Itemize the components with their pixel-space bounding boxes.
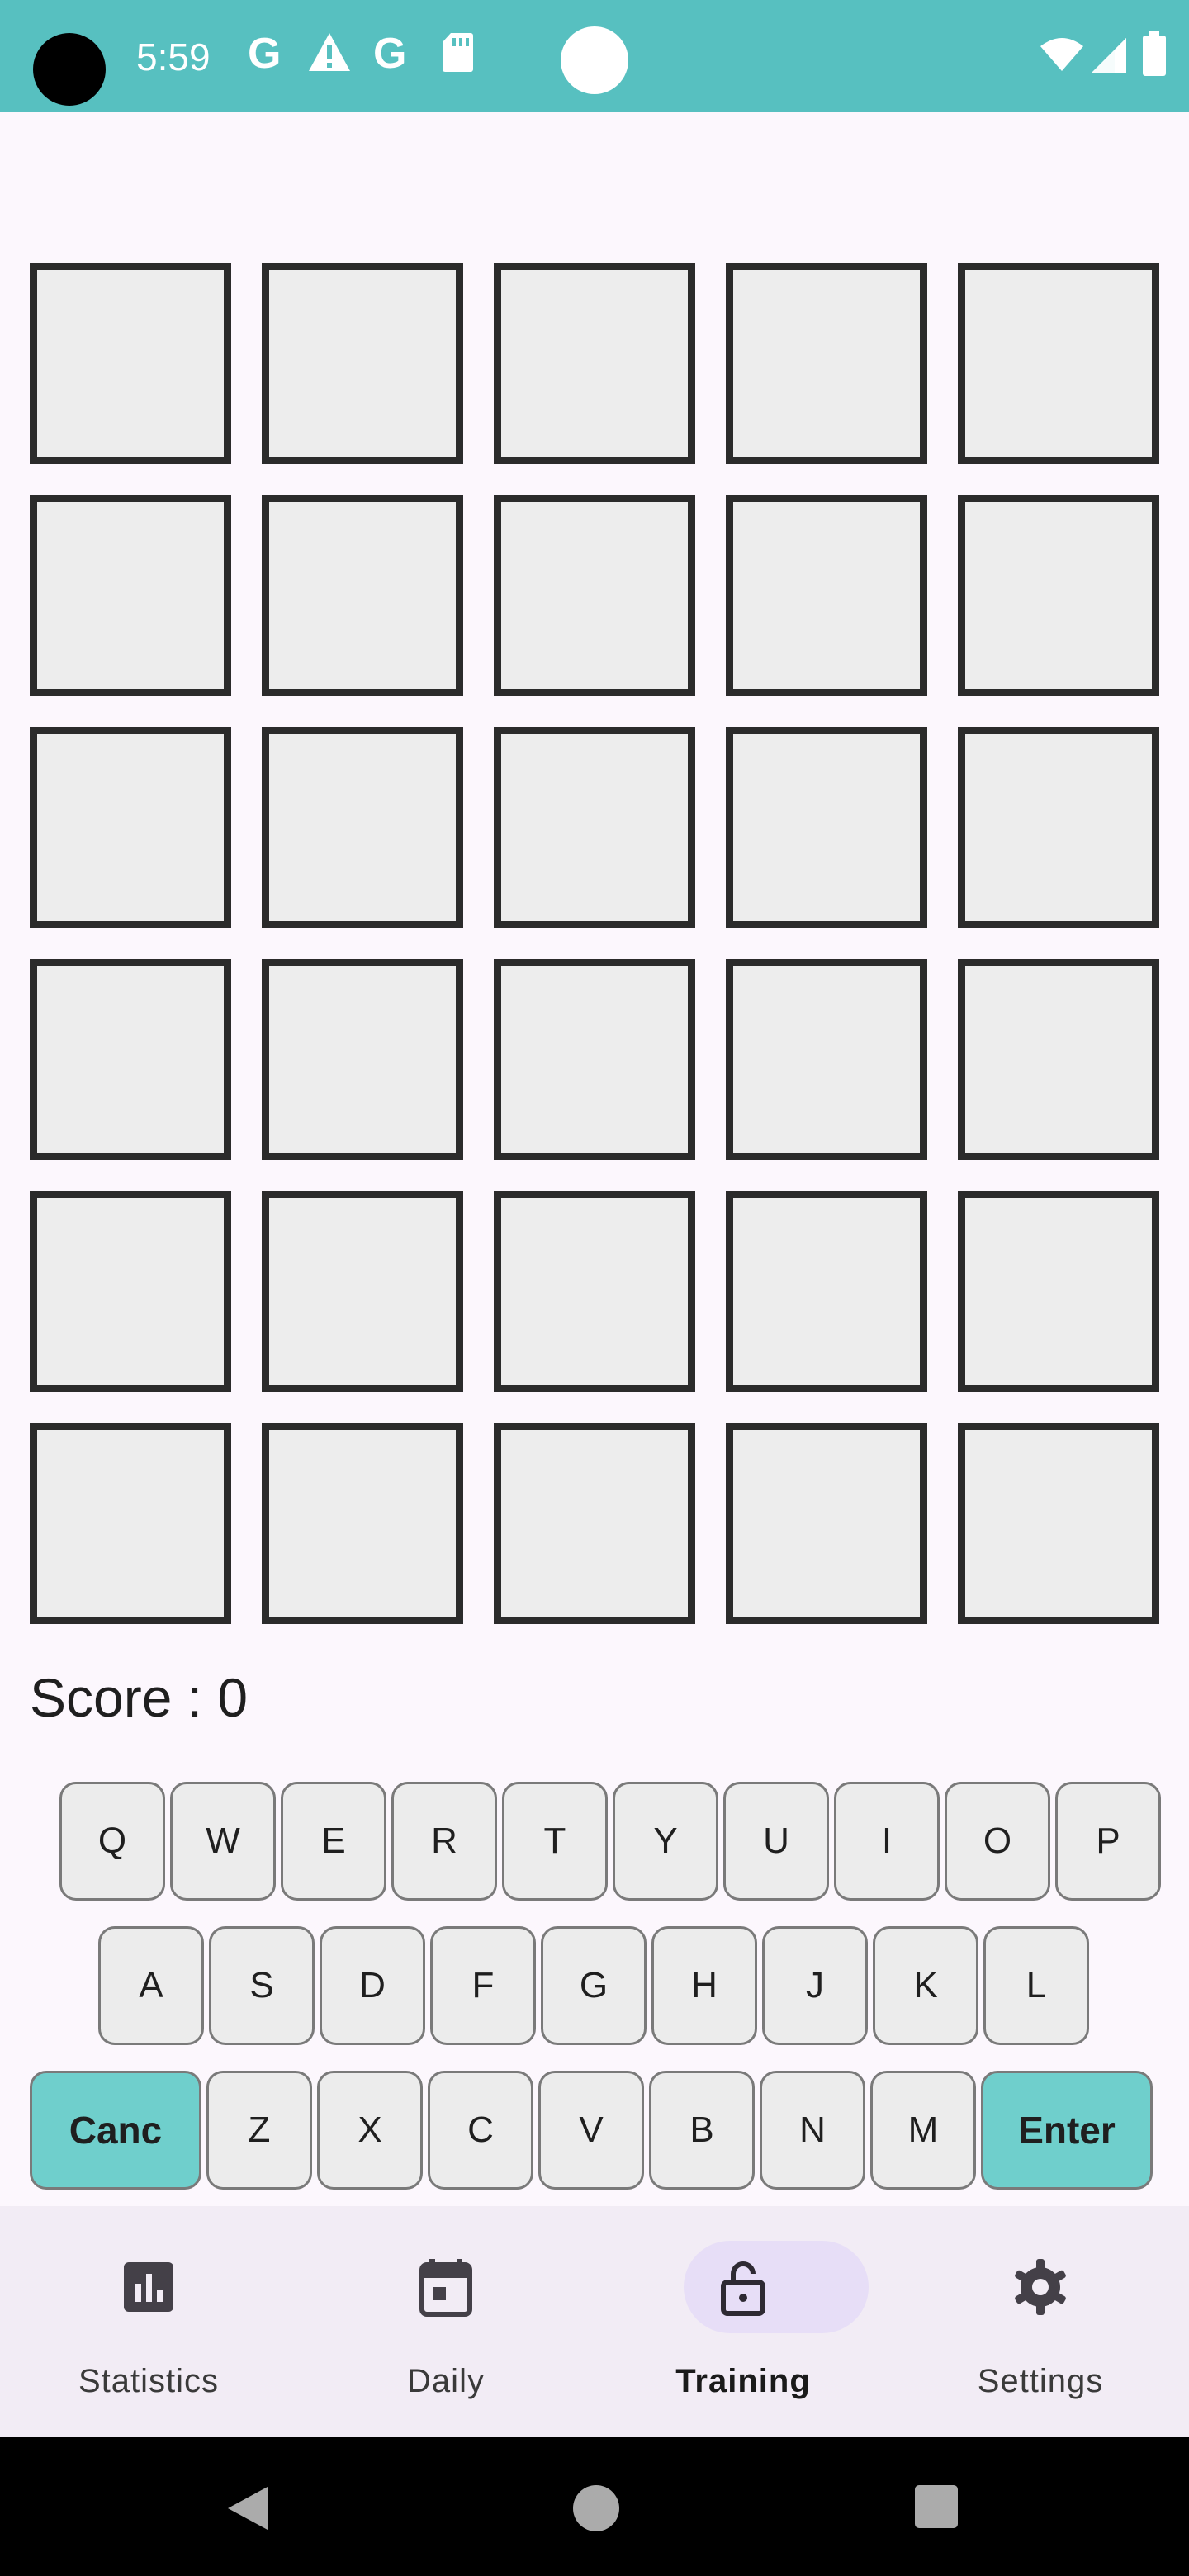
board-tile [958, 727, 1159, 928]
camera-cutout [33, 33, 106, 106]
app-screen: 5:59 G G Score: 0 Q W E R T Y U I O P A… [0, 0, 1189, 2576]
keyboard-row-3: Canc Z X C V B N M Enter [30, 2071, 1153, 2190]
board-tile [262, 495, 463, 696]
score-label: Score : 0 [30, 1667, 249, 1728]
key-c[interactable]: C [428, 2071, 533, 2190]
board-tile [30, 1191, 231, 1392]
recents-icon[interactable] [913, 2484, 959, 2530]
nav-label-statistics: Statistics [78, 2363, 220, 2399]
key-b[interactable]: B [649, 2071, 755, 2190]
warning-icon [309, 33, 350, 71]
back-icon[interactable] [225, 2484, 271, 2533]
nav-item-statistics[interactable]: Statistics [0, 2206, 297, 2437]
board-tile [958, 1423, 1159, 1624]
board-tile [30, 727, 231, 928]
key-g[interactable]: G [541, 1926, 647, 2045]
board-tile [726, 959, 927, 1160]
board-tile [262, 263, 463, 464]
board-tile [726, 1191, 927, 1392]
key-s[interactable]: S [209, 1926, 315, 2045]
board-tile [30, 263, 231, 464]
nav-label-settings: Settings [977, 2363, 1104, 2399]
key-i[interactable]: I [834, 1782, 940, 1901]
key-p[interactable]: P [1055, 1782, 1161, 1901]
board-tile [958, 959, 1159, 1160]
key-n[interactable]: N [760, 2071, 865, 2190]
key-t[interactable]: T [502, 1782, 608, 1901]
keyboard-row-2: A S D F G H J K L [98, 1926, 1089, 2045]
key-w[interactable]: W [170, 1782, 276, 1901]
key-y[interactable]: Y [613, 1782, 718, 1901]
board-tile [494, 727, 695, 928]
google-icon: G [373, 30, 407, 78]
key-f[interactable]: F [430, 1926, 536, 2045]
board-tile [262, 959, 463, 1160]
key-l[interactable]: L [983, 1926, 1089, 2045]
key-r[interactable]: R [391, 1782, 497, 1901]
google-icon: G [248, 30, 282, 78]
board-tile [30, 495, 231, 696]
key-o[interactable]: O [945, 1782, 1050, 1901]
system-navigation-bar [0, 2437, 1189, 2576]
board-tile [726, 495, 927, 696]
signal-icon [1092, 38, 1126, 73]
board-tile [494, 263, 695, 464]
board-tile [958, 263, 1159, 464]
gear-icon [1015, 2259, 1066, 2315]
key-a[interactable]: A [98, 1926, 204, 2045]
enter-key[interactable]: Enter [981, 2071, 1153, 2190]
nav-item-settings[interactable]: Settings [892, 2206, 1189, 2437]
unlock-icon [721, 2261, 765, 2316]
board-tile [958, 495, 1159, 696]
board-tile [726, 1423, 927, 1624]
key-z[interactable]: Z [206, 2071, 312, 2190]
key-m[interactable]: M [870, 2071, 976, 2190]
cancel-key[interactable]: Canc [30, 2071, 201, 2190]
calendar-icon [419, 2259, 472, 2317]
key-e[interactable]: E [281, 1782, 386, 1901]
center-indicator [561, 26, 628, 94]
key-d[interactable]: D [320, 1926, 425, 2045]
key-q[interactable]: Q [59, 1782, 165, 1901]
board-tile [958, 1191, 1159, 1392]
board-tile [262, 727, 463, 928]
nav-label-training: Training [675, 2363, 811, 2399]
status-bar: 5:59 G G [0, 0, 1189, 112]
bar-chart-icon [124, 2262, 173, 2312]
key-k[interactable]: K [873, 1926, 978, 2045]
board-tile [494, 1191, 695, 1392]
nav-item-training[interactable]: Training [594, 2206, 892, 2437]
key-u[interactable]: U [723, 1782, 829, 1901]
key-x[interactable]: X [317, 2071, 423, 2190]
nav-label-daily: Daily [407, 2363, 485, 2399]
keyboard-row-1: Q W E R T Y U I O P [59, 1782, 1161, 1901]
board-tile [30, 959, 231, 1160]
wifi-icon [1040, 38, 1083, 71]
board-tile [494, 495, 695, 696]
battery-icon [1143, 31, 1166, 76]
home-icon[interactable] [553, 2465, 639, 2551]
active-indicator [684, 2241, 869, 2333]
game-board [30, 263, 1159, 1624]
board-tile [494, 1423, 695, 1624]
board-tile [262, 1423, 463, 1624]
key-j[interactable]: J [762, 1926, 868, 2045]
sd-card-icon [443, 33, 473, 72]
bottom-navigation: Statistics Daily Training Settings [0, 2206, 1189, 2437]
board-tile [494, 959, 695, 1160]
nav-item-daily[interactable]: Daily [297, 2206, 594, 2437]
board-tile [262, 1191, 463, 1392]
board-tile [726, 263, 927, 464]
key-h[interactable]: H [651, 1926, 757, 2045]
board-tile [726, 727, 927, 928]
key-v[interactable]: V [538, 2071, 644, 2190]
board-tile [30, 1423, 231, 1624]
status-time: 5:59 [136, 36, 211, 78]
